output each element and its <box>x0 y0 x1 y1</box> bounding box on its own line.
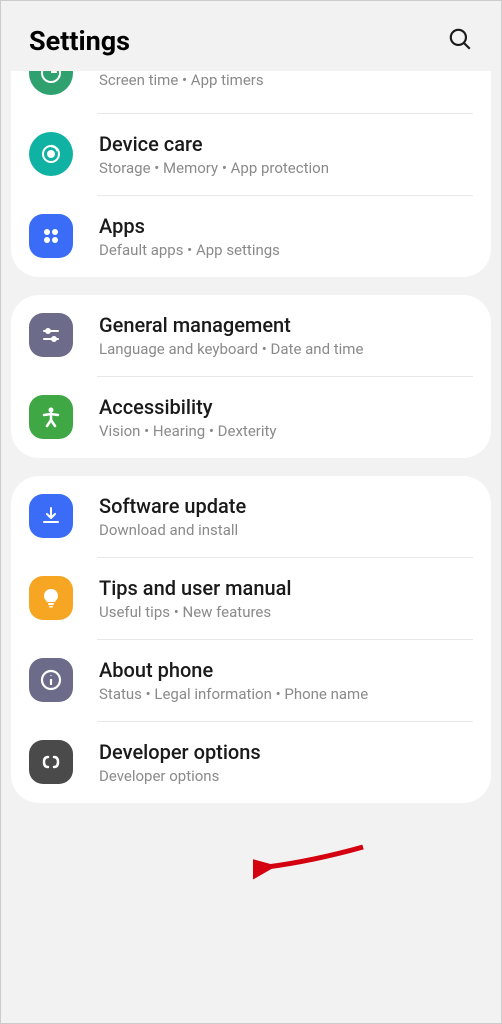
apps-icon <box>29 214 73 258</box>
item-title: About phone <box>99 658 471 682</box>
settings-group-system: General management Language and keyboard… <box>11 295 491 458</box>
item-sub: Language and keyboard • Date and time <box>99 340 471 358</box>
settings-item-tips[interactable]: Tips and user manual Useful tips • New f… <box>11 558 491 639</box>
search-icon[interactable] <box>447 26 473 56</box>
settings-group-device: Screen time • App timers Device care Sto… <box>11 71 491 277</box>
settings-item-digital-wellbeing[interactable]: Screen time • App timers <box>11 71 491 113</box>
item-title: Device care <box>99 132 471 156</box>
settings-group-about: Software update Download and install Tip… <box>11 476 491 803</box>
update-icon <box>29 494 73 538</box>
item-sub: Storage • Memory • App protection <box>99 159 471 177</box>
item-sub: Download and install <box>99 521 471 539</box>
item-sub: Vision • Hearing • Dexterity <box>99 422 471 440</box>
devicecare-icon <box>29 132 73 176</box>
settings-item-apps[interactable]: Apps Default apps • App settings <box>11 196 491 277</box>
developer-icon <box>29 740 73 784</box>
settings-item-accessibility[interactable]: Accessibility Vision • Hearing • Dexteri… <box>11 377 491 458</box>
tips-icon <box>29 576 73 620</box>
item-sub: Default apps • App settings <box>99 241 471 259</box>
item-title: Software update <box>99 494 471 518</box>
item-title: General management <box>99 313 471 337</box>
page-title: Settings <box>29 25 130 57</box>
item-title: Tips and user manual <box>99 576 471 600</box>
about-icon <box>29 658 73 702</box>
settings-item-device-care[interactable]: Device care Storage • Memory • App prote… <box>11 114 491 195</box>
item-sub: Status • Legal information • Phone name <box>99 685 471 703</box>
settings-item-general-management[interactable]: General management Language and keyboard… <box>11 295 491 376</box>
accessibility-icon <box>29 395 73 439</box>
item-sub: Useful tips • New features <box>99 603 471 621</box>
item-sub: Developer options <box>99 767 471 785</box>
general-icon <box>29 313 73 357</box>
wellbeing-icon <box>29 71 73 95</box>
settings-item-about-phone[interactable]: About phone Status • Legal information •… <box>11 640 491 721</box>
item-title: Developer options <box>99 740 471 764</box>
settings-item-developer-options[interactable]: Developer options Developer options <box>11 722 491 803</box>
item-title: Accessibility <box>99 395 471 419</box>
settings-header: Settings <box>11 1 491 71</box>
item-sub: Screen time • App timers <box>99 71 471 89</box>
settings-item-software-update[interactable]: Software update Download and install <box>11 476 491 557</box>
item-title: Apps <box>99 214 471 238</box>
